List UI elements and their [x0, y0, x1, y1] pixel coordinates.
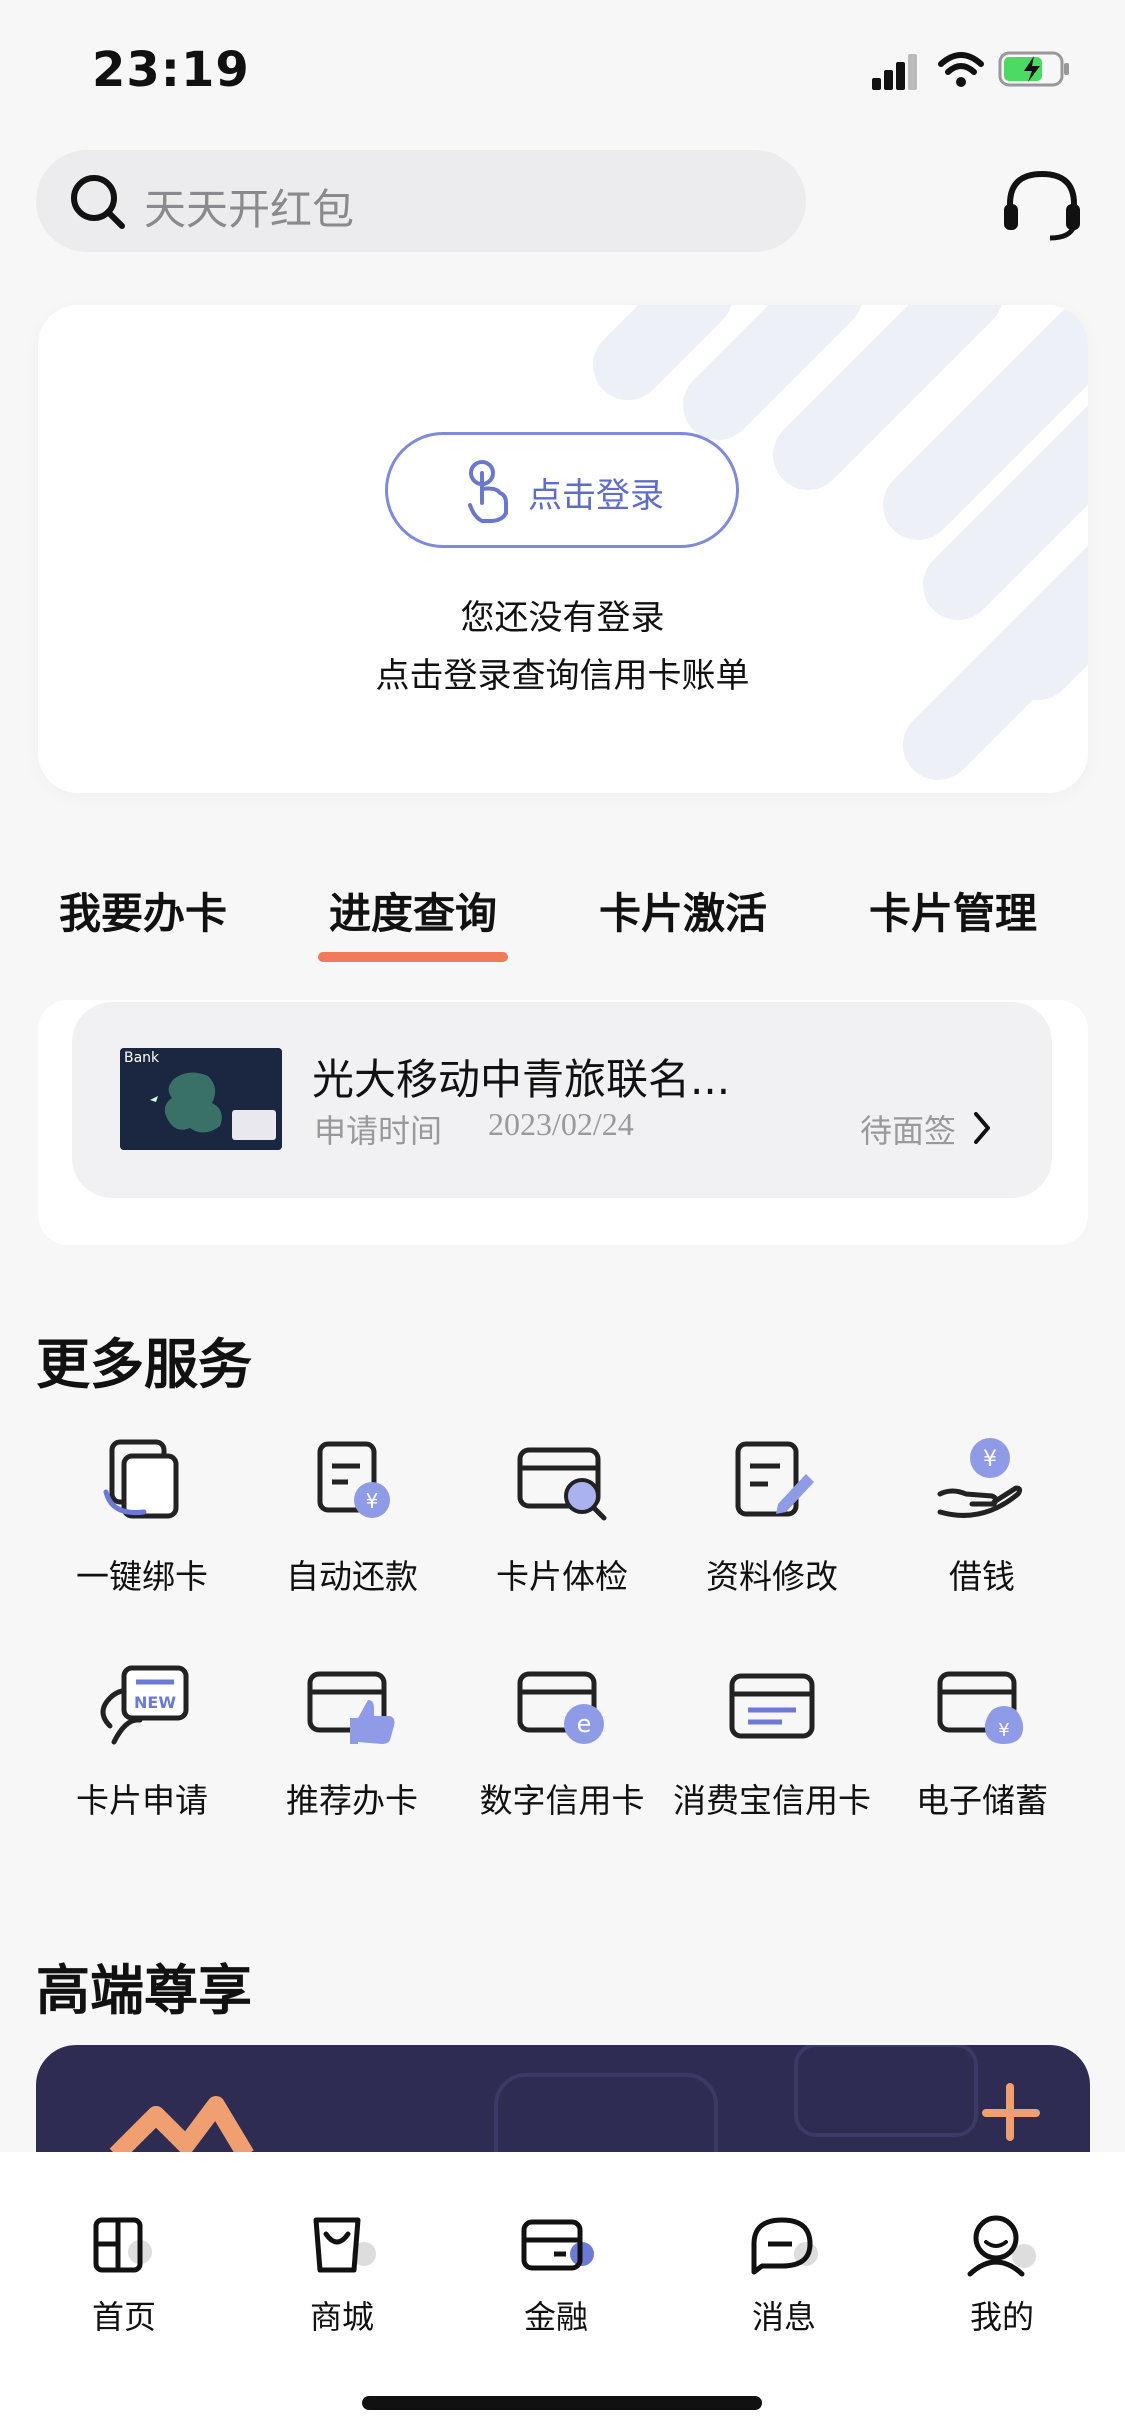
wifi-icon	[938, 52, 984, 87]
svg-text:¥: ¥	[998, 1720, 1009, 1741]
service-auto-repay[interactable]: ¥ 自动还款	[252, 1432, 452, 1598]
premium-section-title: 高端尊享	[36, 1959, 252, 2022]
message-icon	[751, 2217, 818, 2275]
service-label: 卡片体检	[496, 1557, 628, 1596]
headset-icon[interactable]	[1000, 168, 1084, 244]
nav-label: 我的	[969, 2298, 1034, 2336]
service-borrow[interactable]: ¥ 借钱	[882, 1432, 1082, 1598]
nav-mall[interactable]: 商城	[262, 2210, 422, 2338]
home-indicator	[362, 2396, 762, 2410]
login-button[interactable]: 点击登录	[385, 432, 739, 548]
nav-profile[interactable]: 我的	[922, 2210, 1082, 2338]
service-e-savings[interactable]: ¥ 电子储蓄	[882, 1656, 1082, 1822]
service-bind-card[interactable]: 一键绑卡	[42, 1432, 242, 1598]
service-card-check[interactable]: 卡片体检	[462, 1432, 662, 1598]
card-check-icon	[517, 1447, 607, 1521]
service-edit-info[interactable]: 资料修改	[672, 1432, 872, 1598]
apply-date: 2023/02/24	[488, 1106, 634, 1142]
nav-label: 商城	[309, 2298, 374, 2336]
service-card-apply[interactable]: NEW 卡片申请	[42, 1656, 242, 1822]
service-digital-card[interactable]: e 数字信用卡	[462, 1656, 662, 1822]
svg-text:e: e	[577, 1710, 592, 1738]
nav-messages[interactable]: 消息	[704, 2210, 864, 2338]
digital-card-icon: e	[517, 1671, 604, 1744]
service-label: 一键绑卡	[76, 1557, 208, 1596]
login-hint-text: 点击登录查询信用卡账单	[375, 656, 750, 696]
svg-text:NEW: NEW	[134, 1693, 176, 1712]
card-apply-icon: NEW	[100, 1665, 189, 1745]
nav-finance[interactable]: 金融	[476, 2210, 636, 2338]
service-label: 消费宝信用卡	[673, 1781, 871, 1820]
service-label: 推荐办卡	[286, 1781, 418, 1820]
finance-icon	[521, 2219, 594, 2271]
bind-card-icon	[103, 1439, 179, 1519]
recommend-card-icon	[307, 1671, 395, 1744]
card-product-name: 光大移动中青旅联名...	[312, 1055, 731, 1104]
login-card	[38, 305, 1088, 793]
home-icon	[93, 2217, 152, 2273]
signal-icon	[872, 54, 917, 90]
borrow-icon: ¥	[937, 1438, 1023, 1518]
login-button-label: 点击登录	[528, 476, 664, 516]
service-label: 自动还款	[286, 1557, 418, 1596]
more-services-title: 更多服务	[36, 1333, 252, 1396]
chevron-right-icon	[974, 1112, 990, 1144]
nav-home[interactable]: 首页	[44, 2210, 204, 2338]
nav-label: 消息	[751, 2298, 816, 2336]
tab-card-management[interactable]: 卡片管理	[838, 880, 1068, 941]
xiaofeibao-card-icon	[729, 1673, 815, 1739]
apply-time-label: 申请时间	[314, 1112, 443, 1150]
service-recommend-card[interactable]: 推荐办卡	[252, 1656, 452, 1822]
profile-icon	[967, 2215, 1036, 2277]
service-label: 资料修改	[706, 1557, 838, 1596]
svg-text:¥: ¥	[366, 1489, 379, 1513]
nav-label: 首页	[91, 2298, 156, 2336]
search-bar[interactable]: 天天开红包	[36, 150, 806, 252]
credit-card-thumbnail: Bank	[120, 1048, 282, 1150]
tab-apply-card[interactable]: 我要办卡	[28, 880, 258, 941]
active-tab-indicator	[318, 952, 508, 962]
tab-progress-query[interactable]: 进度查询	[298, 880, 528, 941]
tap-hand-icon	[468, 460, 508, 523]
service-label: 电子储蓄	[916, 1781, 1048, 1820]
auto-repay-icon: ¥	[317, 1441, 390, 1518]
svg-text:¥: ¥	[983, 1447, 997, 1472]
service-label: 数字信用卡	[479, 1781, 645, 1820]
e-savings-icon: ¥	[937, 1671, 1024, 1744]
search-placeholder: 天天开红包	[144, 185, 355, 234]
tab-card-activation[interactable]: 卡片激活	[568, 880, 798, 941]
login-status-text: 您还没有登录	[460, 598, 665, 638]
status-time: 23:19	[92, 42, 250, 98]
application-status: 待面签	[860, 1112, 957, 1150]
card-stripes-decoration	[593, 305, 1088, 780]
battery-icon	[998, 51, 1069, 87]
nav-label: 金融	[523, 2298, 588, 2336]
service-xiaofeibao-card[interactable]: 消费宝信用卡	[672, 1656, 872, 1822]
edit-info-icon	[735, 1441, 814, 1517]
search-icon	[71, 175, 125, 229]
service-label: 卡片申请	[76, 1781, 208, 1820]
card-bank-text: Bank	[124, 1050, 160, 1066]
mall-icon	[313, 2217, 376, 2273]
service-label: 借钱	[949, 1557, 1015, 1596]
